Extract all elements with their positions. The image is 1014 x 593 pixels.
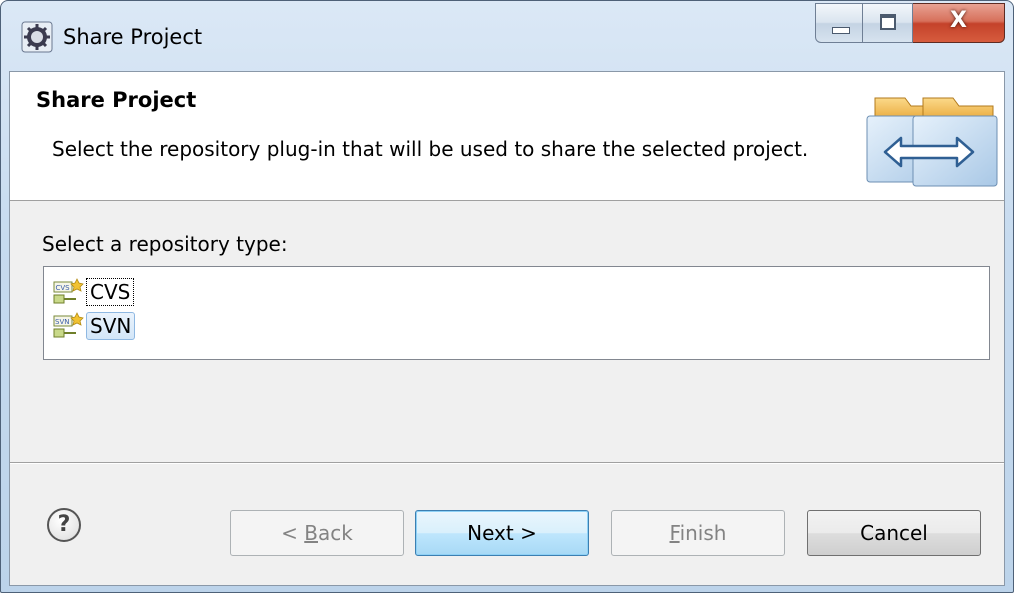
finish-button-mnemonic: F — [669, 521, 680, 545]
cancel-button[interactable]: Cancel — [807, 510, 981, 556]
wizard-banner: Share Project Select the repository plug… — [10, 72, 1004, 201]
back-button-prefix: < — [281, 521, 305, 545]
svg-text:CVS: CVS — [56, 284, 71, 292]
close-icon: X — [950, 8, 967, 33]
list-item-label: CVS — [86, 278, 135, 306]
maximize-button[interactable] — [863, 3, 913, 43]
window-controls: X — [815, 3, 1005, 43]
back-button[interactable]: < Back — [230, 510, 404, 556]
footer-separator — [10, 462, 1004, 464]
minimize-icon — [832, 27, 850, 34]
title-bar[interactable]: Share Project X — [1, 1, 1013, 71]
help-button[interactable]: ? — [47, 508, 81, 542]
maximize-icon — [880, 14, 896, 30]
svn-repository-icon: SVN — [53, 312, 84, 338]
finish-button[interactable]: Finish — [611, 510, 785, 556]
list-item-label: SVN — [86, 312, 136, 340]
dialog-client-area: Share Project Select the repository plug… — [9, 71, 1005, 586]
eclipse-app-icon — [21, 21, 53, 53]
share-folders-icon — [866, 97, 998, 187]
window-title: Share Project — [63, 25, 203, 49]
back-button-rest: ack — [318, 521, 353, 545]
close-button[interactable]: X — [913, 3, 1005, 43]
repository-type-list[interactable]: CVS CVS SVN SVN — [43, 266, 990, 360]
finish-button-rest: inish — [679, 521, 727, 545]
minimize-button[interactable] — [815, 3, 863, 43]
list-item-svn[interactable]: SVN SVN — [52, 311, 136, 341]
banner-title: Share Project — [36, 88, 197, 112]
cvs-repository-icon: CVS — [53, 278, 84, 304]
back-button-mnemonic: B — [304, 521, 318, 545]
repository-type-label: Select a repository type: — [42, 232, 288, 256]
help-icon: ? — [57, 512, 71, 537]
next-button[interactable]: Next > — [415, 510, 589, 556]
dialog-window: Share Project X Share Project Select the… — [0, 0, 1014, 593]
svg-text:SVN: SVN — [55, 318, 69, 326]
banner-description: Select the repository plug-in that will … — [52, 137, 809, 161]
list-item-cvs[interactable]: CVS CVS — [52, 277, 135, 307]
